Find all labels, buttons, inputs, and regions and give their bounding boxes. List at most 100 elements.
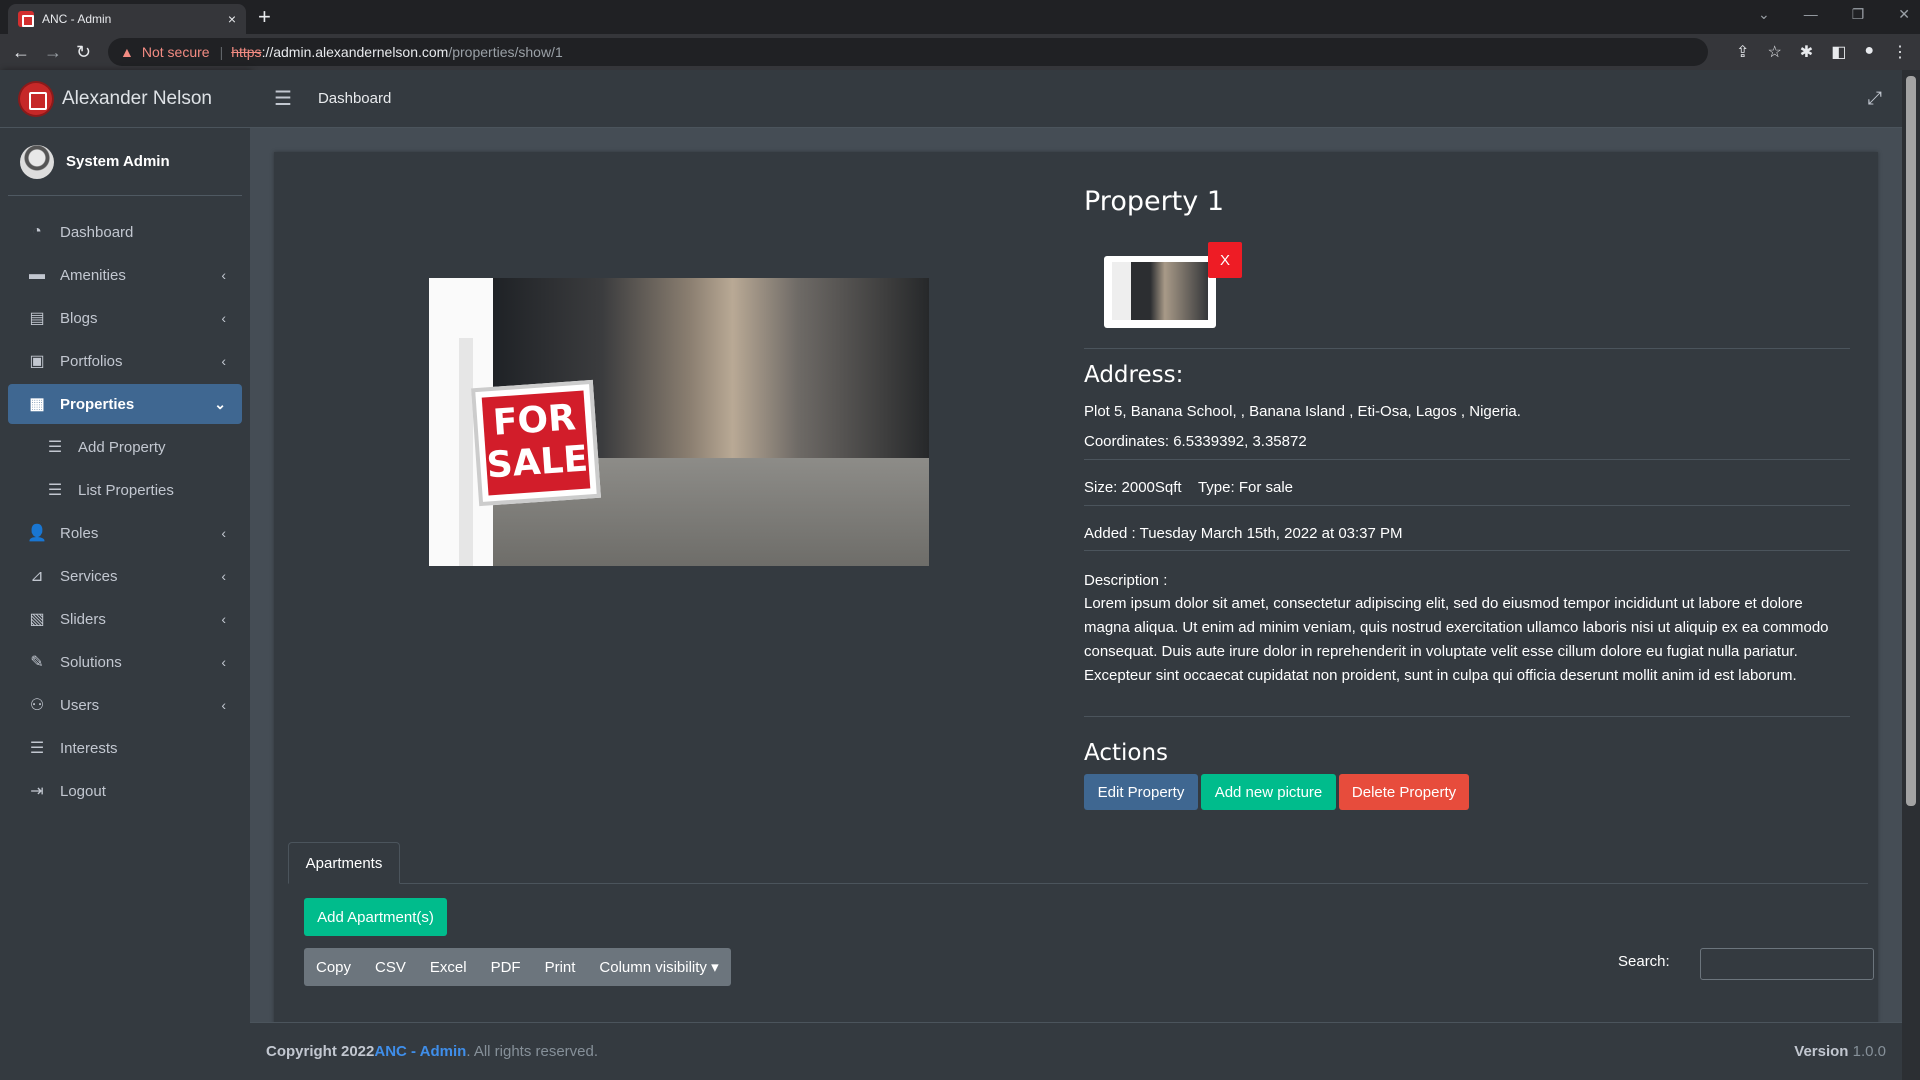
- top-navbar: ☰ Dashboard ⤢: [250, 70, 1902, 128]
- avatar: [20, 144, 54, 179]
- sidebar-item-label: Properties: [60, 395, 135, 413]
- sidebar-item-roles[interactable]: 👤 Roles ‹: [8, 513, 242, 553]
- version-number: 1.0.0: [1848, 1043, 1886, 1060]
- tabs-divider: [288, 883, 1868, 884]
- footer: Copyright 2022 ANC - Admin. All rights r…: [250, 1022, 1902, 1080]
- forward-icon[interactable]: →: [44, 42, 62, 63]
- sidebar-item-blogs[interactable]: ▤ Blogs ‹: [8, 298, 242, 338]
- browser-tab[interactable]: ANC - Admin ×: [8, 4, 246, 34]
- menu-kebab-icon[interactable]: ⋮: [1892, 42, 1908, 62]
- brand-logo-icon: [20, 82, 52, 115]
- briefcase-icon: ▣: [29, 353, 45, 370]
- reload-icon[interactable]: ↻: [76, 42, 91, 63]
- actions-heading: Actions: [1084, 740, 1169, 766]
- table-button-csv[interactable]: CSV: [363, 948, 418, 986]
- table-button-column-visibility[interactable]: Column visibility ▾: [587, 948, 730, 986]
- address-bar: ← → ↻ ▲ Not secure | https ://admin.alex…: [0, 34, 1920, 70]
- divider: [1084, 459, 1850, 460]
- top-nav-dashboard-link[interactable]: Dashboard: [318, 90, 391, 107]
- bookmark-star-icon[interactable]: ☆: [1767, 42, 1781, 62]
- chevron-left-icon: ‹: [221, 267, 226, 283]
- chevron-left-icon: ‹: [221, 568, 226, 584]
- divider: [1084, 716, 1850, 717]
- table-button-excel[interactable]: Excel: [418, 948, 479, 986]
- brand-name: Alexander Nelson: [62, 87, 212, 109]
- url-path: /properties/show/1: [448, 44, 563, 60]
- edit-icon: ✎: [30, 654, 44, 671]
- sidebar-item-sliders[interactable]: ▧ Sliders ‹: [8, 599, 242, 639]
- picture-thumbnail[interactable]: [1104, 256, 1216, 328]
- footer-brand-link[interactable]: ANC - Admin: [374, 1043, 466, 1060]
- added-date-text: Added : Tuesday March 15th, 2022 at 03:3…: [1084, 525, 1403, 542]
- fullscreen-icon[interactable]: ⤢: [1868, 88, 1882, 109]
- url-scheme: https: [231, 44, 262, 60]
- sidebar-item-dashboard[interactable]: ◔ Dashboard: [8, 212, 242, 252]
- close-window-icon[interactable]: ✕: [1898, 6, 1910, 23]
- add-apartments-button[interactable]: Add Apartment(s): [304, 898, 447, 936]
- edit-property-button[interactable]: Edit Property: [1084, 774, 1198, 810]
- version-label: Version: [1794, 1043, 1849, 1060]
- page-scrollbar[interactable]: [1902, 70, 1920, 1080]
- table-search-input[interactable]: [1700, 948, 1874, 980]
- table-button-copy[interactable]: Copy: [304, 948, 363, 986]
- description-text: Lorem ipsum dolor sit amet, consectetur …: [1084, 595, 1829, 684]
- thumbnail-image: [1112, 262, 1208, 320]
- sidebar-item-properties[interactable]: ▦ Properties ⌄: [8, 384, 242, 424]
- sidebar-item-portfolios[interactable]: ▣ Portfolios ‹: [8, 341, 242, 381]
- property-card: FOR SALE Property 1 X Address: Plot 5, B…: [274, 152, 1878, 1032]
- delete-picture-button[interactable]: X: [1208, 242, 1242, 278]
- sidebar-item-label: Portfolios: [60, 352, 123, 370]
- table-button-pdf[interactable]: PDF: [479, 948, 533, 986]
- new-tab-button[interactable]: +: [258, 4, 271, 30]
- sidebar-item-users[interactable]: ⚇ Users ‹: [8, 685, 242, 725]
- version-info: Version 1.0.0: [1794, 1043, 1886, 1060]
- sidebar-item-label: Services: [60, 567, 118, 585]
- sidebar-item-add-property[interactable]: ☰ Add Property: [8, 427, 242, 467]
- content-wrapper: FOR SALE Property 1 X Address: Plot 5, B…: [250, 128, 1902, 1032]
- chevron-left-icon: ‹: [221, 697, 226, 713]
- sidebar-nav: ◔ Dashboard ▬ Amenities ‹ ▤ Blogs ‹ ▣ Portfolios ‹…: [0, 212, 250, 811]
- list-icon: ☰: [47, 439, 63, 456]
- restore-icon[interactable]: ❐: [1852, 6, 1865, 23]
- description-label: Description :: [1084, 572, 1168, 589]
- tab-apartments[interactable]: Apartments: [288, 842, 400, 884]
- bed-icon: ▬: [29, 266, 45, 283]
- side-panel-icon[interactable]: ◧: [1831, 42, 1846, 62]
- property-image: FOR SALE: [429, 278, 929, 566]
- tab-search-icon[interactable]: ⌄: [1758, 6, 1770, 23]
- sign-out-icon: ⇥: [30, 783, 44, 800]
- user-cog-icon: 👤: [27, 525, 47, 542]
- back-icon[interactable]: ←: [12, 42, 30, 63]
- brand-link[interactable]: Alexander Nelson: [0, 70, 250, 128]
- user-panel[interactable]: System Admin: [8, 128, 242, 196]
- divider: [1084, 550, 1850, 551]
- scrollbar-thumb[interactable]: [1906, 76, 1916, 806]
- share-icon[interactable]: ⇪: [1736, 42, 1749, 62]
- profile-icon[interactable]: ●: [1864, 42, 1874, 62]
- image-sign-post: [459, 338, 473, 566]
- users-icon: ⚇: [29, 697, 45, 714]
- minimize-icon[interactable]: —: [1804, 6, 1818, 23]
- divider: [1084, 505, 1850, 506]
- sign-line-2: SALE: [485, 438, 590, 487]
- book-icon: ▤: [29, 310, 45, 327]
- address-heading: Address:: [1084, 362, 1184, 388]
- sidebar-item-amenities[interactable]: ▬ Amenities ‹: [8, 255, 242, 295]
- tab-title: ANC - Admin: [42, 12, 112, 26]
- table-button-print[interactable]: Print: [533, 948, 588, 986]
- sidebar-item-solutions[interactable]: ✎ Solutions ‹: [8, 642, 242, 682]
- hamburger-menu-icon[interactable]: ☰: [274, 86, 292, 111]
- sidebar-item-logout[interactable]: ⇥ Logout: [8, 771, 242, 811]
- sidebar-item-interests[interactable]: ☰ Interests: [8, 728, 242, 768]
- extensions-icon[interactable]: ✱: [1800, 42, 1813, 62]
- chevron-left-icon: ‹: [221, 353, 226, 369]
- add-new-picture-button[interactable]: Add new picture: [1201, 774, 1336, 810]
- delete-property-button[interactable]: Delete Property: [1339, 774, 1469, 810]
- sidebar-item-label: Logout: [60, 782, 106, 800]
- sidebar-item-label: Add Property: [78, 438, 166, 456]
- property-title: Property 1: [1084, 186, 1225, 217]
- tab-close-icon[interactable]: ×: [228, 11, 236, 27]
- url-field[interactable]: ▲ Not secure | https ://admin.alexandern…: [108, 38, 1708, 66]
- sidebar-item-services[interactable]: ⊿ Services ‹: [8, 556, 242, 596]
- sidebar-item-list-properties[interactable]: ☰ List Properties: [8, 470, 242, 510]
